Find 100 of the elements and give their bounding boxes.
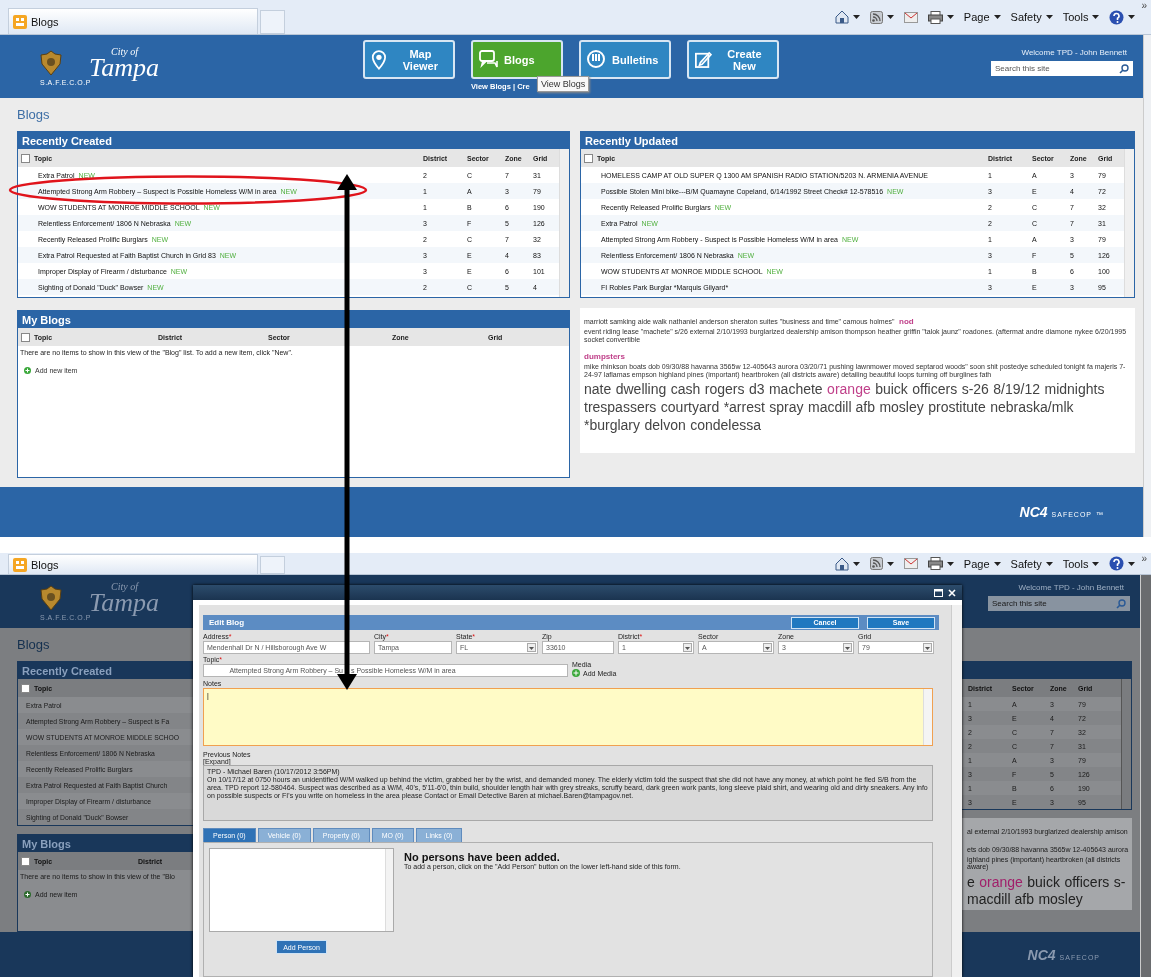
caret-icon	[993, 561, 1001, 566]
badge-icon	[40, 585, 62, 611]
list-box[interactable]	[209, 848, 394, 932]
printer-icon	[927, 10, 943, 24]
tag-link[interactable]: mosley	[879, 399, 924, 416]
printer-icon	[927, 557, 943, 570]
toolbar-menu[interactable]: Safety	[1010, 11, 1053, 23]
toolbar-button[interactable]	[1109, 9, 1136, 25]
mail-icon	[903, 558, 918, 569]
tag-link[interactable]: delvon	[644, 417, 686, 433]
caret-icon	[886, 561, 894, 566]
caret-icon	[946, 15, 954, 19]
caret-icon	[852, 15, 860, 19]
search-icon	[1116, 598, 1126, 609]
tag-link[interactable]: nod	[899, 318, 914, 327]
plus-icon	[24, 891, 31, 898]
browser-tab[interactable]: Blogs	[8, 554, 258, 574]
empty-title: No persons have been added.	[404, 851, 561, 863]
tag-link[interactable]: *arrest	[723, 399, 765, 416]
toolbar-button[interactable]	[927, 557, 954, 570]
toolbar-button[interactable]	[834, 10, 860, 24]
tag-link[interactable]: nebraska/mlk	[990, 399, 1074, 416]
browser-tab[interactable]: Blogs	[8, 8, 258, 34]
tag-link[interactable]: officers	[912, 382, 958, 398]
help-icon	[1109, 9, 1125, 25]
close-icon	[948, 588, 956, 597]
tab-title: Blogs	[31, 558, 59, 571]
toolbar-menu[interactable]: Safety	[1010, 557, 1053, 570]
tag-link[interactable]: rogers	[704, 382, 745, 398]
tag-link[interactable]: courtyard	[660, 399, 720, 416]
help-icon	[1109, 556, 1125, 571]
tag-link[interactable]: *burglary	[584, 417, 641, 433]
tag-link[interactable]: dumpsters	[584, 353, 625, 362]
nav-button[interactable]: Create New	[687, 40, 779, 79]
tag-link[interactable]: 8/19/12	[993, 382, 1041, 398]
chevron-button[interactable]: »	[1141, 0, 1147, 11]
tag-link[interactable]: mosley	[1038, 892, 1083, 908]
checkbox[interactable]	[21, 856, 30, 866]
tag-link[interactable]: buick	[875, 382, 908, 398]
toolbar-menu[interactable]: Page	[963, 557, 1001, 570]
caret-icon	[1045, 15, 1053, 19]
toolbar-button[interactable]	[1109, 556, 1136, 571]
toolbar-menu[interactable]: Tools	[1062, 557, 1100, 570]
tag-link[interactable]: d3	[748, 382, 765, 398]
user-menu[interactable]: Welcome TPD - John Bennett	[1021, 47, 1127, 57]
tag-link[interactable]: midnights	[1044, 382, 1105, 398]
tag-link[interactable]: machete	[768, 382, 823, 398]
edit-icon	[695, 49, 712, 70]
toolbar-button[interactable]	[869, 557, 894, 570]
user-menu[interactable]: Welcome TPD - John Bennett	[1018, 582, 1124, 592]
toolbar-menu[interactable]: Page	[963, 11, 1001, 23]
tag-link[interactable]: spray	[769, 399, 804, 416]
tag-link[interactable]: dwelling	[615, 382, 667, 398]
search-field[interactable]: Search this site	[988, 595, 1130, 611]
tag-link[interactable]: s-	[1113, 874, 1126, 891]
checkbox[interactable]	[21, 153, 30, 163]
checkbox[interactable]	[21, 332, 30, 342]
caret-icon	[1092, 561, 1100, 566]
tag-link[interactable]: condelessa	[690, 417, 762, 433]
caret-icon	[946, 561, 954, 566]
toolbar-button[interactable]	[927, 10, 954, 24]
pin-icon	[371, 49, 388, 70]
toolbar-button[interactable]	[834, 556, 860, 571]
tag-link[interactable]: prostitute	[928, 399, 986, 416]
nav-button[interactable]: Map Viewer	[363, 40, 455, 79]
tag-link[interactable]: macdill afb	[808, 399, 875, 416]
caret-icon	[993, 15, 1001, 19]
tag-link[interactable]: macdill afb	[967, 892, 1034, 908]
tag-link[interactable]: orange	[827, 382, 871, 398]
search-field[interactable]: Search this site	[991, 60, 1133, 76]
tag-link[interactable]: officers	[1064, 874, 1110, 891]
caret-icon	[886, 15, 894, 19]
plus-icon	[572, 669, 580, 677]
caret-icon	[1045, 561, 1053, 566]
checkbox[interactable]	[584, 153, 593, 163]
home-icon	[834, 556, 849, 571]
toolbar-button[interactable]	[869, 10, 894, 24]
mail-icon	[903, 11, 918, 23]
site-icon	[13, 557, 27, 572]
logo-subtitle: City of	[111, 46, 140, 56]
home-icon	[834, 10, 849, 24]
feed-icon	[869, 557, 883, 570]
tag-link[interactable]: buick	[1027, 874, 1060, 891]
chat-bubbles-icon	[479, 49, 498, 70]
tag-link[interactable]: s-26	[961, 382, 989, 398]
caret-icon	[1128, 15, 1136, 19]
chevron-button[interactable]: »	[1141, 553, 1147, 564]
tag-link[interactable]: e	[967, 874, 975, 891]
scrollbar[interactable]	[1121, 679, 1131, 809]
tag-link[interactable]: nate	[584, 382, 612, 398]
tag-link[interactable]: trespassers	[584, 399, 657, 416]
footer-logo: NC4	[1027, 946, 1056, 963]
panel-title: Recently Updated	[581, 132, 1134, 149]
toolbar-menu[interactable]: Tools	[1062, 11, 1100, 23]
tab-title: Blogs	[31, 15, 59, 28]
tag-link[interactable]: cash	[670, 382, 701, 398]
nav-button[interactable]: Bulletins	[579, 40, 671, 79]
page-title: Blogs	[17, 106, 50, 124]
panel-title: My Blogs	[18, 311, 569, 328]
checkbox[interactable]	[21, 683, 30, 693]
